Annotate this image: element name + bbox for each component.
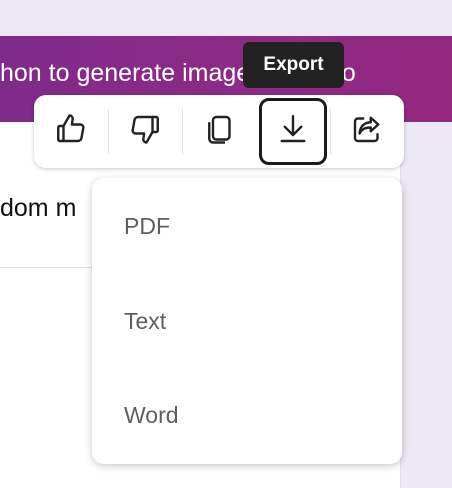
focus-ring — [259, 98, 327, 165]
thumbs-up-button[interactable] — [34, 95, 108, 168]
copy-icon — [201, 111, 237, 152]
side-background — [401, 122, 452, 488]
share-button[interactable] — [330, 95, 404, 168]
response-text: dom m — [0, 194, 77, 222]
export-menu: PDF Text Word — [92, 178, 402, 464]
export-tooltip: Export — [243, 42, 344, 88]
window-background — [0, 0, 452, 36]
export-menu-item-pdf[interactable]: PDF — [92, 196, 402, 256]
export-button[interactable] — [256, 95, 330, 168]
thumbs-down-button[interactable] — [108, 95, 182, 168]
copy-button[interactable] — [182, 95, 256, 168]
response-action-toolbar — [34, 95, 404, 168]
share-icon — [349, 111, 385, 152]
thumbs-down-icon — [127, 111, 163, 152]
thumbs-up-icon — [53, 111, 89, 152]
export-menu-item-text[interactable]: Text — [92, 291, 402, 351]
export-menu-item-word[interactable]: Word — [92, 385, 402, 445]
